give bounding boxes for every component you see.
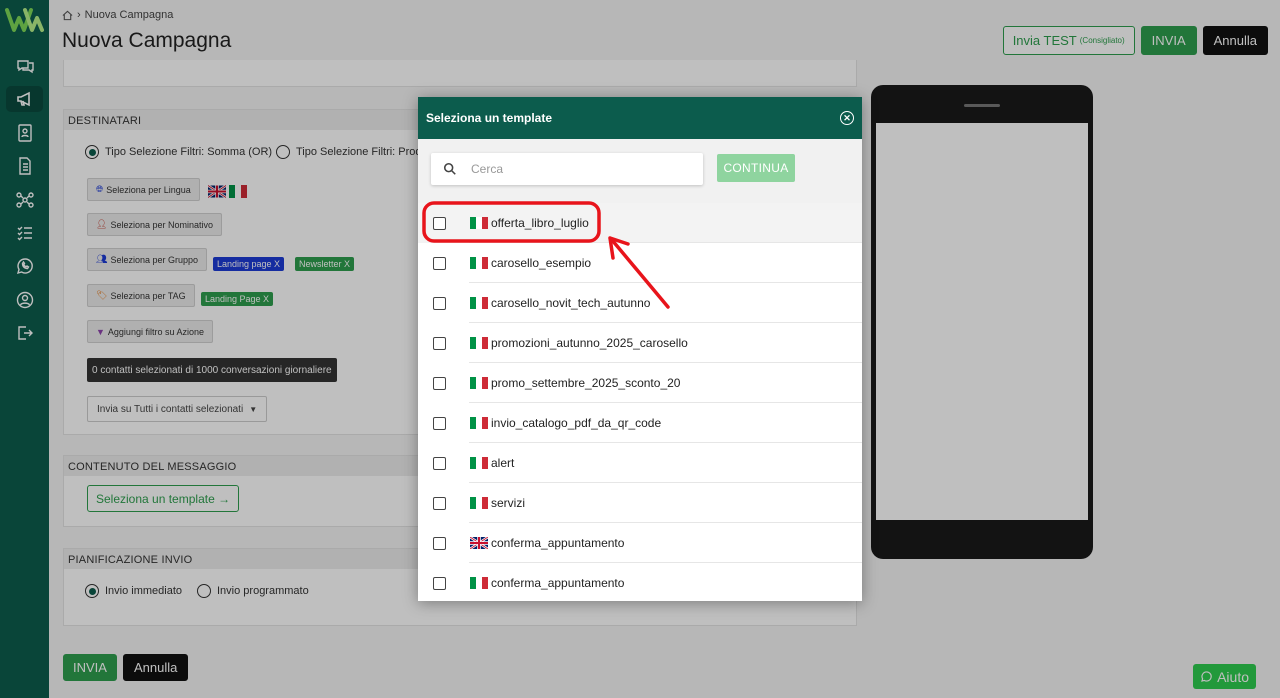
template-checkbox[interactable] <box>433 216 446 230</box>
template-name: conferma_appuntamento <box>491 536 625 550</box>
modal-search-area: CONTINUA <box>418 139 862 203</box>
template-name: offerta_libro_luglio <box>491 216 589 230</box>
template-row[interactable]: offerta_libro_luglio <box>418 203 862 243</box>
flag-it-icon <box>470 297 488 309</box>
flag-it-icon <box>470 257 488 269</box>
template-checkbox[interactable] <box>433 336 446 350</box>
template-checkbox[interactable] <box>433 296 446 310</box>
template-checkbox[interactable] <box>433 256 446 270</box>
flag-it-icon <box>470 417 488 429</box>
flag-it-icon <box>470 217 488 229</box>
modal-header: Seleziona un template ✕ <box>418 97 862 139</box>
flag-it-icon <box>470 457 488 469</box>
template-checkbox[interactable] <box>433 496 446 510</box>
template-checkbox[interactable] <box>433 456 446 470</box>
template-name: conferma_appuntamento <box>491 576 625 590</box>
template-row[interactable]: conferma_appuntamento <box>418 523 862 563</box>
continue-button[interactable]: CONTINUA <box>717 154 795 182</box>
template-name: carosello_esempio <box>491 256 592 270</box>
template-checkbox[interactable] <box>433 416 446 430</box>
template-name: invio_catalogo_pdf_da_qr_code <box>491 416 662 430</box>
template-name: carosello_novit_tech_autunno <box>491 296 651 310</box>
template-modal: Seleziona un template ✕ CONTINUA offerta… <box>418 97 862 601</box>
template-row[interactable]: alert <box>418 443 862 483</box>
template-row[interactable]: promozioni_autunno_2025_carosello <box>418 323 862 363</box>
template-row[interactable]: promo_settembre_2025_sconto_20 <box>418 363 862 403</box>
template-row[interactable]: carosello_esempio <box>418 243 862 283</box>
search-box <box>431 153 703 185</box>
modal-title: Seleziona un template <box>426 111 553 125</box>
flag-it-icon <box>470 577 488 589</box>
search-input[interactable] <box>471 162 671 176</box>
search-icon <box>443 162 456 175</box>
template-row[interactable]: servizi <box>418 483 862 523</box>
template-name: promozioni_autunno_2025_carosello <box>491 336 688 350</box>
template-checkbox[interactable] <box>433 576 446 590</box>
flag-it-icon <box>470 337 488 349</box>
template-list: offerta_libro_luglio carosello_esempio c… <box>418 203 862 601</box>
template-row[interactable]: conferma_appuntamento <box>418 563 862 601</box>
template-name: alert <box>491 456 515 470</box>
template-checkbox[interactable] <box>433 376 446 390</box>
template-checkbox[interactable] <box>433 536 446 550</box>
template-name: promo_settembre_2025_sconto_20 <box>491 376 681 390</box>
template-row[interactable]: invio_catalogo_pdf_da_qr_code <box>418 403 862 443</box>
close-icon[interactable]: ✕ <box>840 111 854 125</box>
template-name: servizi <box>491 496 526 510</box>
flag-uk-icon <box>470 537 488 549</box>
flag-it-icon <box>470 497 488 509</box>
flag-it-icon <box>470 377 488 389</box>
template-row[interactable]: carosello_novit_tech_autunno <box>418 283 862 323</box>
